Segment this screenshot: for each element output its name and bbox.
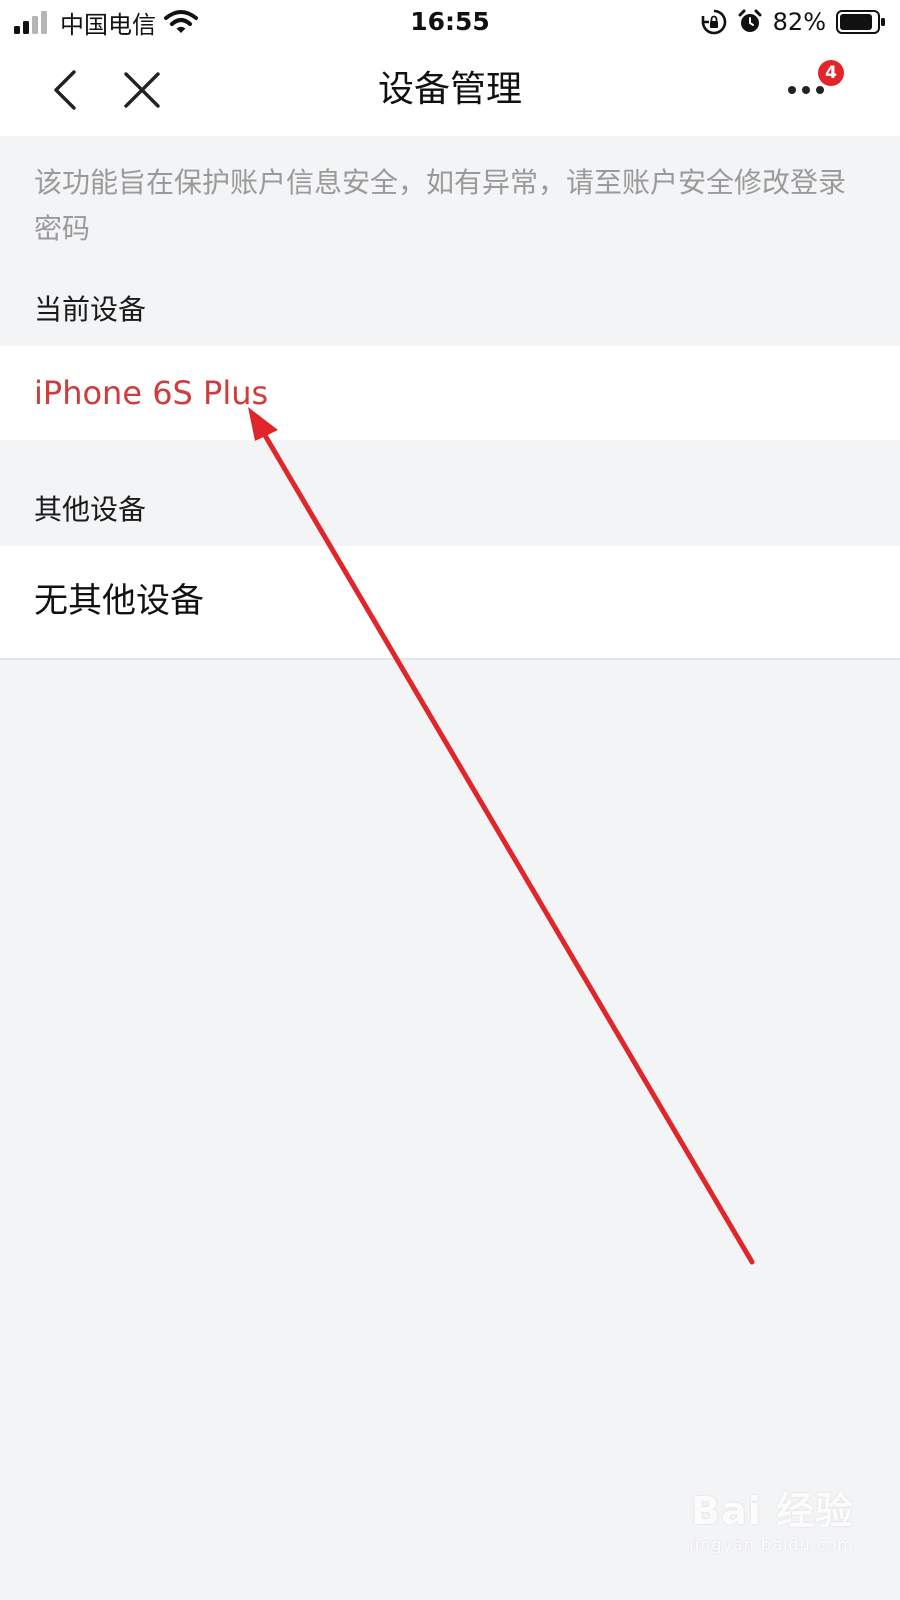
more-button[interactable]: 4 (778, 58, 844, 118)
current-device-name: iPhone 6S Plus (34, 374, 269, 412)
battery-icon (836, 10, 885, 34)
watermark-url: jingyan.baidu.com (689, 1535, 854, 1554)
rotation-lock-icon (701, 9, 726, 35)
page-title: 设备管理 (377, 69, 522, 110)
alarm-icon (738, 9, 762, 32)
current-device-row[interactable]: iPhone 6S Plus (0, 346, 900, 440)
other-devices-row: 无其他设备 (0, 546, 900, 658)
no-other-devices-text: 无其他设备 (34, 581, 204, 621)
list-divider (0, 658, 900, 660)
notification-badge: 4 (818, 60, 844, 86)
section-current-device: 当前设备 (34, 293, 147, 326)
status-right: 82% (701, 6, 886, 38)
nav-bar: 设备管理 4 (0, 44, 900, 136)
section-other-devices: 其他设备 (34, 493, 147, 526)
status-bar: 中国电信 16:55 82% (0, 0, 900, 44)
baidu-watermark: Bai 经验 jingyan.baidu.com (634, 1480, 854, 1554)
security-notice: 该功能旨在保护账户信息安全，如有异常，请至账户安全修改登录密码 (34, 166, 847, 245)
battery-percent: 82% (772, 8, 826, 36)
watermark-logo: Bai 经验 (691, 1489, 854, 1533)
